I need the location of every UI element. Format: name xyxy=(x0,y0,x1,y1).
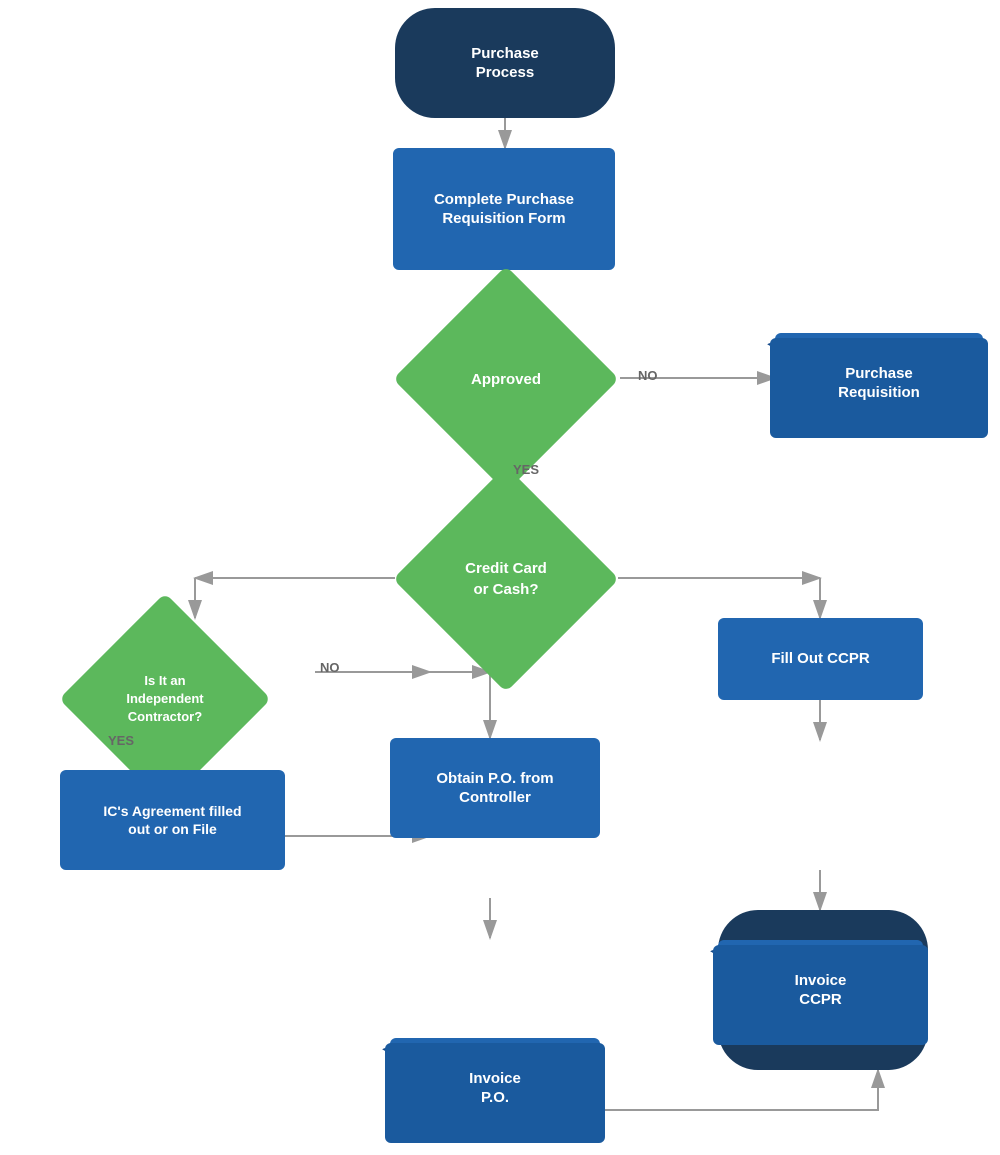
flowchart: Purchase Process Complete Purchase Requi… xyxy=(0,0,1000,1155)
invoice-po-node: Invoice P.O. xyxy=(390,1038,600,1138)
invoice-ccpr-node: Invoice CCPR xyxy=(718,940,923,1040)
contractor-yes-label: YES xyxy=(108,733,134,748)
complete-form-node: Complete Purchase Requisition Form xyxy=(393,148,615,270)
purchase-req-node: Purchase Requisition xyxy=(775,333,983,433)
ics-agreement-label: IC's Agreement filled out or on File xyxy=(103,802,241,838)
contractor-diamond-wrapper: Is It anIndependentContractor? xyxy=(60,618,270,780)
approved-no-label: NO xyxy=(638,368,658,383)
approved-diamond xyxy=(393,266,619,492)
purchase-req-label: Purchase Requisition xyxy=(838,364,920,403)
invoice-po-label: Invoice P.O. xyxy=(469,1069,521,1108)
approved-diamond-wrapper: Approved xyxy=(395,298,617,460)
start-label: Purchase Process xyxy=(471,44,539,83)
obtain-po-label: Obtain P.O. from Controller xyxy=(436,769,553,808)
complete-form-label: Complete Purchase Requisition Form xyxy=(434,190,574,229)
contractor-no-label: NO xyxy=(320,660,340,675)
obtain-po-node: Obtain P.O. from Controller xyxy=(390,738,600,838)
start-node: Purchase Process xyxy=(395,8,615,118)
credit-card-diamond-wrapper: Credit Cardor Cash? xyxy=(395,498,617,660)
invoice-ccpr-label: Invoice CCPR xyxy=(795,971,847,1010)
approved-yes-label: YES xyxy=(513,462,539,477)
ics-agreement-node: IC's Agreement filled out or on File xyxy=(60,770,285,870)
fill-ccpr-node: Fill Out CCPR xyxy=(718,618,923,700)
credit-card-diamond xyxy=(393,466,619,692)
fill-ccpr-label: Fill Out CCPR xyxy=(771,649,869,669)
